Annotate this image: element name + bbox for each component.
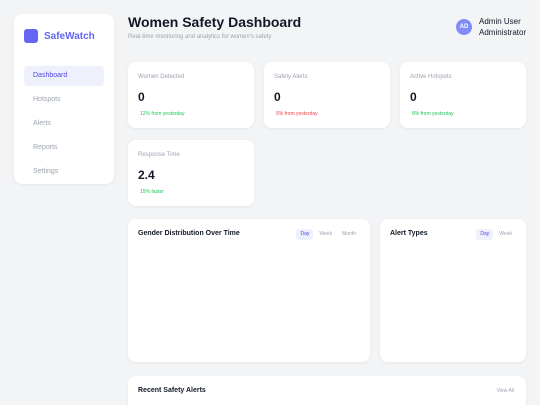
gender-distribution-panel: Gender Distribution Over Time Day Week M… bbox=[128, 219, 370, 362]
tab-day[interactable]: Day bbox=[296, 229, 314, 240]
page-subtitle: Real-time monitoring and analytics for w… bbox=[128, 34, 272, 40]
stat-card-women-detected: Women Detected 0 12% from yesterday bbox=[128, 62, 254, 128]
stat-label: Women Detected bbox=[138, 74, 185, 80]
sidebar-nav: Dashboard Hotspots Alerts Reports Settin… bbox=[14, 66, 114, 182]
stat-value: 2.4 bbox=[138, 168, 155, 182]
tab-week[interactable]: Week bbox=[315, 229, 336, 240]
alert-types-panel: Alert Types Day Week bbox=[380, 219, 526, 362]
stat-label: Active Hotspots bbox=[410, 74, 452, 80]
sidebar-item-settings[interactable]: Settings bbox=[24, 162, 104, 182]
stat-label: Safety Alerts bbox=[274, 74, 308, 80]
stat-label: Response Time bbox=[138, 152, 180, 158]
stat-value: 0 bbox=[410, 90, 417, 104]
avatar[interactable]: AD bbox=[456, 19, 472, 35]
stat-change: 12% from yesterday bbox=[140, 111, 185, 117]
panel-title: Gender Distribution Over Time bbox=[138, 230, 240, 237]
sidebar-item-hotspots[interactable]: Hotspots bbox=[24, 90, 104, 110]
user-menu[interactable]: AD Admin User Administrator bbox=[456, 16, 526, 38]
brand-logo-icon bbox=[24, 29, 38, 43]
stat-value: 0 bbox=[274, 90, 281, 104]
stat-change: 5% from yesterday bbox=[276, 111, 318, 117]
brand-name: SafeWatch bbox=[44, 30, 95, 42]
sidebar-item-reports[interactable]: Reports bbox=[24, 138, 104, 158]
stat-card-response-time: Response Time 2.4 15% faster bbox=[128, 140, 254, 206]
tab-month[interactable]: Month bbox=[338, 229, 360, 240]
view-all-link[interactable]: View All bbox=[497, 388, 514, 394]
tab-week[interactable]: Week bbox=[495, 229, 516, 240]
panel-title: Alert Types bbox=[390, 230, 428, 237]
user-name: Admin User bbox=[479, 17, 521, 26]
recent-alerts-panel: Recent Safety Alerts View All bbox=[128, 376, 526, 405]
time-range-tabs: Day Week Month bbox=[294, 229, 360, 240]
panel-title: Recent Safety Alerts bbox=[138, 387, 206, 394]
stat-change: 15% faster bbox=[140, 189, 164, 195]
sidebar-item-alerts[interactable]: Alerts bbox=[24, 114, 104, 134]
stat-card-safety-alerts: Safety Alerts 0 5% from yesterday bbox=[264, 62, 390, 128]
user-role: Administrator bbox=[479, 28, 527, 37]
sidebar-item-dashboard[interactable]: Dashboard bbox=[24, 66, 104, 86]
user-info: Admin User Administrator bbox=[479, 16, 526, 38]
stat-card-active-hotspots: Active Hotspots 0 8% from yesterday bbox=[400, 62, 526, 128]
time-range-tabs: Day Week bbox=[474, 229, 516, 240]
tab-day[interactable]: Day bbox=[476, 229, 494, 240]
stat-value: 0 bbox=[138, 90, 145, 104]
sidebar: SafeWatch Dashboard Hotspots Alerts Repo… bbox=[14, 14, 114, 184]
stat-change: 8% from yesterday bbox=[412, 111, 454, 117]
page-title: Women Safety Dashboard bbox=[128, 14, 302, 30]
brand[interactable]: SafeWatch bbox=[14, 14, 114, 48]
